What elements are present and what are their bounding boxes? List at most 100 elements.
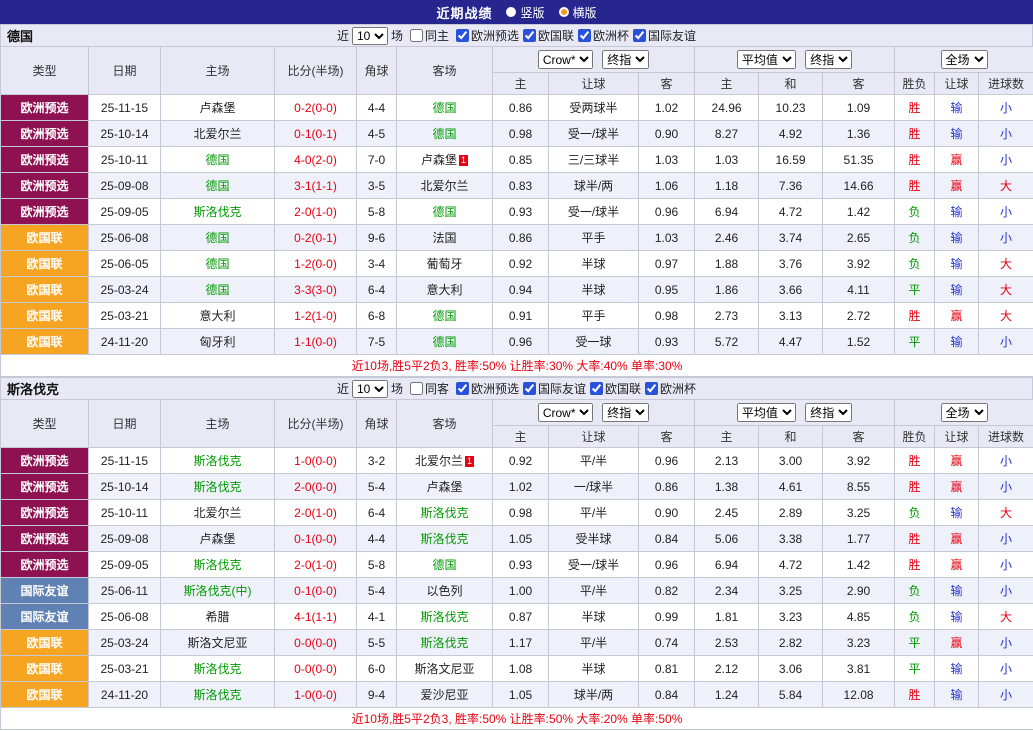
avg-home-odds: 5.06 bbox=[695, 526, 759, 552]
competition-checkbox[interactable] bbox=[456, 382, 469, 395]
recent-count-select[interactable]: 10 bbox=[352, 380, 388, 398]
win-loss-result: 平 bbox=[895, 329, 935, 355]
competition-badge: 欧国联 bbox=[1, 329, 89, 355]
corners: 6-0 bbox=[357, 656, 397, 682]
sub-result-header: 胜负 bbox=[895, 73, 935, 95]
same-venue-filter[interactable]: 同客 bbox=[406, 380, 449, 397]
away-team: 北爱尔兰 bbox=[397, 173, 493, 199]
corners: 5-4 bbox=[357, 578, 397, 604]
win-loss-result: 平 bbox=[895, 656, 935, 682]
odds-away: 0.86 bbox=[639, 474, 695, 500]
odds-home: 0.87 bbox=[493, 604, 549, 630]
competition-badge: 欧洲预选 bbox=[1, 552, 89, 578]
odds-stage-select[interactable]: 终指 bbox=[602, 403, 649, 422]
radio-vertical-label: 竖版 bbox=[520, 4, 544, 21]
competition-checkbox[interactable] bbox=[523, 382, 536, 395]
avg-draw-odds: 3.66 bbox=[759, 277, 823, 303]
average-source-select[interactable]: 平均值 bbox=[737, 50, 796, 69]
competition-filter[interactable]: 欧洲杯 bbox=[641, 380, 696, 397]
handicap-line: 半球 bbox=[549, 656, 639, 682]
handicap-line: 平手 bbox=[549, 225, 639, 251]
competition-badge: 欧国联 bbox=[1, 277, 89, 303]
handicap-result: 输 bbox=[935, 95, 979, 121]
sub-avg-draw-header: 和 bbox=[759, 73, 823, 95]
avg-away-odds: 2.90 bbox=[823, 578, 895, 604]
competition-checkbox[interactable] bbox=[523, 29, 536, 42]
odds-company-select[interactable]: Crow* bbox=[538, 403, 593, 422]
odds-home: 0.96 bbox=[493, 329, 549, 355]
odds-stage-select[interactable]: 终指 bbox=[602, 50, 649, 69]
red-card-badge: 1 bbox=[459, 155, 468, 166]
average-stage-select[interactable]: 终指 bbox=[805, 50, 852, 69]
scope-select[interactable]: 全场 bbox=[941, 50, 988, 69]
radio-icon[interactable] bbox=[506, 7, 516, 17]
scope-select[interactable]: 全场 bbox=[941, 403, 988, 422]
section-summary: 近10场,胜5平2负3, 胜率:50% 让胜率:50% 大率:20% 单率:50… bbox=[1, 708, 1033, 730]
competition-filter[interactable]: 欧国联 bbox=[519, 27, 574, 44]
match-date: 25-03-21 bbox=[89, 656, 161, 682]
competition-checkbox[interactable] bbox=[456, 29, 469, 42]
home-team: 北爱尔兰 bbox=[161, 121, 275, 147]
competition-badge: 国际友谊 bbox=[1, 578, 89, 604]
competition-filter[interactable]: 国际友谊 bbox=[519, 380, 586, 397]
avg-draw-odds: 4.92 bbox=[759, 121, 823, 147]
goals-over-under: 小 bbox=[979, 630, 1033, 656]
odds-company-select[interactable]: Crow* bbox=[538, 50, 593, 69]
competition-checkbox[interactable] bbox=[645, 382, 658, 395]
average-source-select[interactable]: 平均值 bbox=[737, 403, 796, 422]
avg-home-odds: 1.38 bbox=[695, 474, 759, 500]
avg-away-odds: 1.42 bbox=[823, 199, 895, 225]
match-row: 欧国联 25-03-21 斯洛伐克 0-0(0-0) 6-0 斯洛文尼亚 1.0… bbox=[1, 656, 1033, 682]
odds-away: 0.90 bbox=[639, 121, 695, 147]
avg-draw-odds: 3.25 bbox=[759, 578, 823, 604]
goals-over-under: 大 bbox=[979, 251, 1033, 277]
competition-filters: 欧洲预选国际友谊欧国联欧洲杯 bbox=[452, 380, 696, 398]
col-home-header: 主场 bbox=[161, 400, 275, 448]
match-date: 25-03-24 bbox=[89, 630, 161, 656]
goals-over-under: 大 bbox=[979, 277, 1033, 303]
team-section-germany: 德国 近 10 场 同主 欧洲预选欧国联欧洲杯国际友谊 类 bbox=[0, 24, 1033, 377]
competition-checkbox[interactable] bbox=[590, 382, 603, 395]
recent-results-page: 近期战绩 竖版 横版 德国 近 10 场 同主 欧洲预选欧国联欧洲杯国际友谊 bbox=[0, 0, 1033, 730]
competition-checkbox[interactable] bbox=[578, 29, 591, 42]
corners: 3-2 bbox=[357, 448, 397, 474]
home-team: 斯洛伐克 bbox=[161, 656, 275, 682]
handicap-result: 输 bbox=[935, 500, 979, 526]
col-type-header: 类型 bbox=[1, 47, 89, 95]
competition-filter[interactable]: 欧洲预选 bbox=[452, 27, 519, 44]
same-venue-checkbox[interactable] bbox=[410, 382, 423, 395]
handicap-result: 赢 bbox=[935, 474, 979, 500]
radio-vertical-layout[interactable]: 竖版 bbox=[506, 4, 544, 21]
win-loss-result: 胜 bbox=[895, 303, 935, 329]
odds-home: 1.08 bbox=[493, 656, 549, 682]
same-venue-filter[interactable]: 同主 bbox=[406, 27, 449, 44]
avg-draw-odds: 4.72 bbox=[759, 552, 823, 578]
handicap-line: 平手 bbox=[549, 303, 639, 329]
same-venue-checkbox[interactable] bbox=[410, 29, 423, 42]
average-stage-select[interactable]: 终指 bbox=[805, 403, 852, 422]
radio-icon[interactable] bbox=[559, 7, 569, 17]
handicap-line: 平/半 bbox=[549, 448, 639, 474]
competition-filter[interactable]: 欧国联 bbox=[586, 380, 641, 397]
corners: 4-1 bbox=[357, 604, 397, 630]
avg-home-odds: 2.34 bbox=[695, 578, 759, 604]
near-label: 近 bbox=[337, 380, 349, 397]
match-date: 25-03-21 bbox=[89, 303, 161, 329]
competition-label: 欧洲杯 bbox=[593, 27, 629, 44]
sub-handicap-header: 让球 bbox=[549, 73, 639, 95]
handicap-line: 球半/两 bbox=[549, 173, 639, 199]
recent-count-select[interactable]: 10 bbox=[352, 27, 388, 45]
near-label: 近 bbox=[337, 27, 349, 44]
match-row: 欧国联 24-11-20 匈牙利 1-1(0-0) 7-5 德国 0.96 受一… bbox=[1, 329, 1033, 355]
radio-horizontal-layout[interactable]: 横版 bbox=[559, 4, 597, 21]
avg-draw-odds: 3.76 bbox=[759, 251, 823, 277]
avg-draw-odds: 3.23 bbox=[759, 604, 823, 630]
competition-filter[interactable]: 国际友谊 bbox=[629, 27, 696, 44]
competition-filter[interactable]: 欧洲杯 bbox=[574, 27, 629, 44]
away-team: 爱沙尼亚 bbox=[397, 682, 493, 708]
odds-home: 0.92 bbox=[493, 251, 549, 277]
corners: 4-4 bbox=[357, 526, 397, 552]
competition-filter[interactable]: 欧洲预选 bbox=[452, 380, 519, 397]
competition-checkbox[interactable] bbox=[633, 29, 646, 42]
odds-home: 0.92 bbox=[493, 448, 549, 474]
